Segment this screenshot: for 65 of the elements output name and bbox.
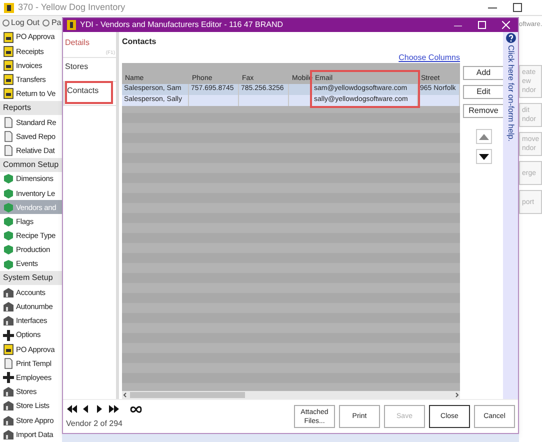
infinity-icon[interactable] xyxy=(130,406,142,412)
cube-icon xyxy=(3,258,14,270)
window-title: 370 - Yellow Dog Inventory xyxy=(18,0,126,14)
plus-icon xyxy=(3,372,14,384)
nav-tab[interactable]: Stores xyxy=(63,58,116,82)
scroll-left-icon[interactable] xyxy=(122,392,128,398)
dog-logo-icon xyxy=(4,2,14,12)
cube-icon xyxy=(3,230,14,242)
page-icon xyxy=(3,145,14,156)
help-text: Click here for on-form help. xyxy=(506,45,516,142)
document-icon xyxy=(3,74,14,86)
page-icon xyxy=(3,130,14,142)
sidebar-section: System Setup xyxy=(0,271,62,286)
cube-icon xyxy=(3,244,14,256)
up-triangle-icon xyxy=(478,134,488,140)
toolbar-button[interactable]: Log Out xyxy=(2,17,40,29)
help-strip[interactable]: Click here for on-form help. xyxy=(503,32,518,399)
page-icon xyxy=(3,116,14,128)
double-left-icon xyxy=(66,405,76,413)
document-icon xyxy=(3,60,14,71)
document-icon xyxy=(3,344,14,355)
document-icon xyxy=(3,46,14,57)
sidebar-section: Reports xyxy=(0,100,62,116)
document-icon xyxy=(3,88,14,100)
exit-icon xyxy=(2,19,10,27)
help-icon xyxy=(506,33,516,43)
cube-icon xyxy=(3,202,14,213)
move-up-button[interactable] xyxy=(476,129,492,144)
building-icon xyxy=(3,286,14,298)
building-icon xyxy=(3,414,14,426)
gear-icon xyxy=(42,19,50,27)
building-icon xyxy=(3,400,14,412)
building-icon xyxy=(3,315,14,326)
toolbar-button[interactable]: Pa xyxy=(42,17,62,29)
plus-icon xyxy=(3,330,14,341)
side-button[interactable]: Remove xyxy=(463,104,504,118)
sidebar-section: Common Setup xyxy=(0,158,62,172)
choose-columns-link[interactable]: Choose Columns xyxy=(398,52,460,63)
dog-logo-icon xyxy=(67,20,76,30)
cube-icon xyxy=(3,216,14,228)
move-down-button[interactable] xyxy=(476,149,492,164)
section-title: Contacts xyxy=(122,36,158,48)
close-icon[interactable] xyxy=(502,21,510,29)
maximize-icon[interactable] xyxy=(513,3,522,12)
building-icon xyxy=(3,428,14,440)
cube-icon xyxy=(3,173,14,184)
building-icon xyxy=(3,386,14,398)
last-record-button[interactable] xyxy=(108,404,119,414)
highlight-box xyxy=(65,81,113,104)
right-triangle-icon xyxy=(97,405,102,413)
double-right-icon xyxy=(108,405,118,413)
document-icon xyxy=(3,32,14,43)
horizontal-scrollbar[interactable] xyxy=(122,391,460,399)
down-triangle-icon xyxy=(478,154,488,160)
page-icon xyxy=(3,358,14,369)
side-button[interactable]: Edit xyxy=(463,85,504,99)
scroll-right-icon[interactable] xyxy=(454,392,460,398)
side-button[interactable]: Add xyxy=(463,66,504,80)
cube-icon xyxy=(3,188,14,199)
record-counter: Vendor 2 of 294 xyxy=(66,418,124,430)
first-record-button[interactable] xyxy=(66,404,77,414)
dialog-title: YDI - Vendors and Manufacturers Editor - 116 47 BRAND xyxy=(80,19,284,31)
nav-tab[interactable]: Contacts xyxy=(63,82,116,106)
left-triangle-icon xyxy=(83,405,88,413)
building-icon xyxy=(3,301,14,312)
